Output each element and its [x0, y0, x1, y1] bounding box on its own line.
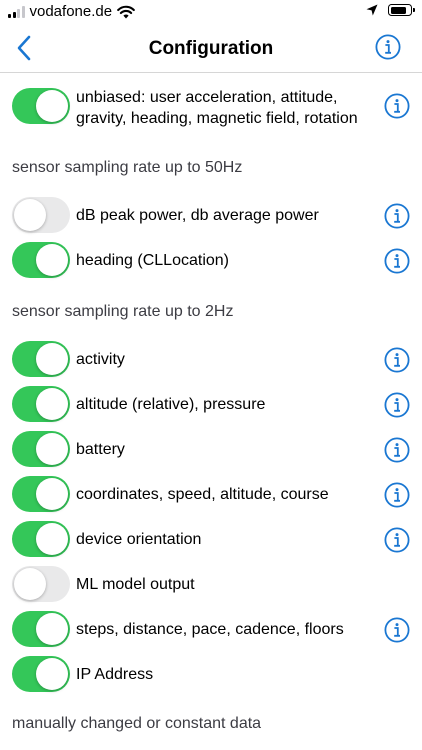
setting-label-line-2: gravity, heading, magnetic field, rotati…: [76, 110, 358, 127]
toggle-heading[interactable]: [12, 242, 70, 278]
setting-row-altitude: altitude (relative), pressure: [0, 386, 422, 424]
info-icon[interactable]: [384, 527, 410, 553]
setting-label: battery: [76, 441, 125, 458]
setting-label: coordinates, speed, altitude, course: [76, 486, 329, 503]
setting-label: activity: [76, 351, 125, 368]
info-icon[interactable]: [375, 34, 401, 60]
status-left: vodafone.de: [8, 3, 135, 20]
wifi-icon: [117, 5, 135, 18]
info-icon[interactable]: [384, 437, 410, 463]
page-title: Configuration: [148, 38, 274, 59]
toggle-altitude[interactable]: [12, 386, 70, 422]
status-bar: vodafone.de: [0, 0, 422, 26]
toggle-coordinates[interactable]: [12, 476, 70, 512]
toggle-activity[interactable]: [12, 341, 70, 377]
toggle-device-orientation[interactable]: [12, 521, 70, 557]
toggle-db-power[interactable]: [12, 197, 70, 233]
setting-label: IP Address: [76, 666, 154, 683]
setting-label-line-1: unbiased: user acceleration, attitude,: [76, 89, 338, 106]
info-icon[interactable]: [384, 482, 410, 508]
setting-row-steps: steps, distance, pace, cadence, floors: [0, 611, 422, 649]
info-icon[interactable]: [384, 392, 410, 418]
toggle-unbiased[interactable]: [12, 88, 70, 124]
setting-row-db-power: dB peak power, db average power: [0, 197, 422, 235]
setting-row-coordinates: coordinates, speed, altitude, course: [0, 476, 422, 514]
toggle-ip-address[interactable]: [12, 656, 70, 692]
toggle-ml-model[interactable]: [12, 566, 70, 602]
setting-label: unbiased: user acceleration, attitude, g…: [76, 87, 358, 129]
cellular-signal-icon: [8, 5, 25, 18]
info-icon[interactable]: [384, 93, 410, 119]
setting-row-ip-address: IP Address: [0, 656, 422, 694]
status-right: [366, 4, 415, 16]
info-icon[interactable]: [384, 248, 410, 274]
section-header-50hz: sensor sampling rate up to 50Hz: [12, 159, 243, 176]
battery-icon: [388, 4, 415, 16]
info-icon[interactable]: [384, 617, 410, 643]
section-header-manual: manually changed or constant data: [12, 715, 262, 732]
setting-row-heading: heading (CLLocation): [0, 242, 422, 280]
setting-row-unbiased: unbiased: user acceleration, attitude, g…: [0, 87, 422, 127]
navigation-bar: Configuration: [0, 26, 422, 73]
carrier-name: vodafone.de: [29, 3, 113, 20]
setting-label: dB peak power, db average power: [76, 207, 319, 224]
setting-row-battery: battery: [0, 431, 422, 469]
setting-row-activity: activity: [0, 341, 422, 379]
info-icon[interactable]: [384, 203, 410, 229]
setting-row-ml-model: ML model output: [0, 566, 422, 604]
toggle-steps[interactable]: [12, 611, 70, 647]
setting-label: heading (CLLocation): [76, 252, 229, 269]
setting-label: altitude (relative), pressure: [76, 396, 266, 413]
info-icon[interactable]: [384, 347, 410, 373]
section-header-2hz: sensor sampling rate up to 2Hz: [12, 303, 234, 320]
setting-label: steps, distance, pace, cadence, floors: [76, 621, 344, 638]
location-arrow-icon: [366, 4, 378, 16]
setting-label: device orientation: [76, 531, 202, 548]
toggle-battery[interactable]: [12, 431, 70, 467]
setting-row-device-orientation: device orientation: [0, 521, 422, 559]
setting-label: ML model output: [76, 576, 195, 593]
